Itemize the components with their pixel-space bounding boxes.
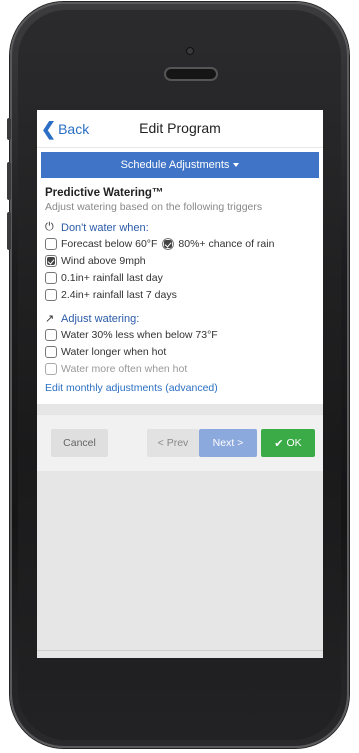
option-label: Water 30% less when below 73°F — [61, 329, 218, 341]
program-card: Schedule Adjustments Predictive Watering… — [37, 148, 323, 404]
option-row: Water longer when hot — [45, 345, 315, 359]
option-label: Water more often when hot — [61, 363, 188, 375]
footer-actions: Cancel < Prev Next > ✔ OK — [37, 414, 323, 471]
option-label: Water longer when hot — [61, 346, 167, 358]
ok-label: OK — [286, 437, 302, 449]
option-row: Water more often when hot — [45, 362, 315, 376]
predictive-watering-subtitle: Adjust watering based on the following t… — [45, 201, 263, 213]
edit-monthly-adjustments-link[interactable]: Edit monthly adjustments (advanced) — [45, 382, 315, 394]
dont-water-heading: ⏻ Don't water when: — [45, 221, 315, 234]
adjust-watering-heading-text: Adjust watering: — [61, 312, 140, 325]
dont-water-heading-text: Don't water when: — [61, 221, 149, 234]
next-button[interactable]: Next > — [199, 429, 257, 457]
option-inline: 80%+ chance of rain — [162, 238, 274, 250]
ok-button[interactable]: ✔ OK — [261, 429, 315, 457]
mute-switch — [7, 118, 11, 140]
nav-bar: ❮ Back Edit Program — [37, 110, 323, 148]
option-label: Wind above 9mph — [61, 255, 146, 267]
option-row: Water 30% less when below 73°F — [45, 328, 315, 342]
caret-down-icon — [233, 163, 240, 167]
option-row: 2.4in+ rainfall last 7 days — [45, 288, 315, 302]
volume-down-button — [7, 212, 11, 250]
option-row: 0.1in+ rainfall last day — [45, 271, 315, 285]
dropdown-label: Schedule Adjustments — [120, 159, 230, 171]
option-row: Wind above 9mph — [45, 254, 315, 268]
option-label: 80%+ chance of rain — [178, 238, 275, 250]
wand-icon: ↗ — [45, 313, 55, 325]
volume-up-button — [7, 162, 11, 200]
water-more-often-checkbox[interactable] — [45, 363, 57, 375]
option-label: Forecast below 60°F — [61, 238, 158, 250]
rainfall-last-7-days-checkbox[interactable] — [45, 289, 57, 301]
predictive-watering-title: Predictive Watering™ — [45, 187, 164, 199]
speaker-grille — [166, 69, 216, 79]
adjust-watering-heading: ↗ Adjust watering: — [45, 312, 315, 326]
option-label: 2.4in+ rainfall last 7 days — [61, 289, 177, 301]
app-screen: ❮ Back Edit Program Schedule Adjustments… — [37, 110, 323, 658]
rainfall-last-day-checkbox[interactable] — [45, 272, 57, 284]
option-label: 0.1in+ rainfall last day — [61, 272, 163, 284]
check-icon: ✔ — [274, 437, 284, 450]
schedule-adjustments-dropdown[interactable]: Schedule Adjustments — [41, 152, 319, 178]
wind-above-checkbox[interactable] — [45, 255, 57, 267]
water-less-checkbox[interactable] — [45, 329, 57, 341]
chance-of-rain-checkbox[interactable] — [162, 238, 175, 250]
divider — [37, 650, 323, 651]
prev-button[interactable]: < Prev — [147, 429, 199, 457]
page-title: Edit Program — [139, 120, 221, 136]
forecast-below-checkbox[interactable] — [45, 238, 57, 250]
cancel-button[interactable]: Cancel — [51, 429, 108, 457]
option-row: Forecast below 60°F 80%+ chance of rain — [45, 237, 315, 251]
camera-icon — [186, 47, 194, 55]
water-longer-checkbox[interactable] — [45, 346, 57, 358]
power-icon: ⏻ — [45, 221, 54, 233]
